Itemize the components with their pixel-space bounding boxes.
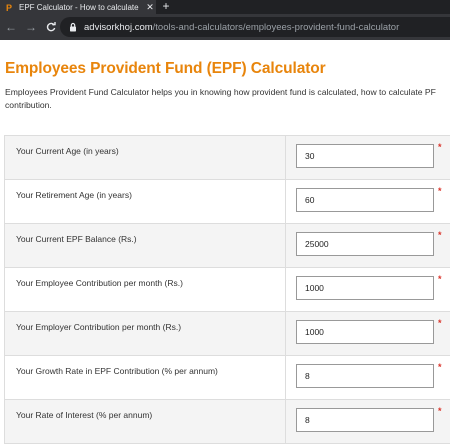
current-age-input[interactable] [296,144,434,168]
url-path: /tools-and-calculators/employees-provide… [152,21,400,33]
reload-icon [46,22,56,32]
lock-icon [70,22,76,32]
retirement-age-label: Your Retirement Age (in years) [16,190,132,200]
form-row-growth-rate: Your Growth Rate in EPF Contribution (% … [4,356,450,400]
browser-tab-strip: P EPF Calculator - How to calculate ✕ + [0,0,450,14]
form-row-employer-contribution: Your Employer Contribution per month (Rs… [4,312,450,356]
label-cell: Your Current EPF Balance (Rs.) [4,224,286,267]
required-marker: * [438,274,442,284]
form-row-current-age: Your Current Age (in years) * [4,136,450,180]
employee-contribution-label: Your Employee Contribution per month (Rs… [16,278,183,288]
growth-rate-input[interactable] [296,364,434,388]
interest-rate-label: Your Rate of Interest (% per annum) [16,410,153,420]
employee-contribution-input[interactable] [296,276,434,300]
required-marker: * [438,230,442,240]
browser-toolbar: ← → advisorkhoj.com/tools-and-calculator… [0,14,450,40]
label-cell: Your Retirement Age (in years) [4,180,286,223]
label-cell: Your Employer Contribution per month (Rs… [4,312,286,355]
tab-title: EPF Calculator - How to calculate [19,2,139,12]
form-row-retirement-age: Your Retirement Age (in years) * [4,180,450,224]
site-favicon-icon: P [4,2,14,12]
label-cell: Your Employee Contribution per month (Rs… [4,268,286,311]
interest-rate-input[interactable] [296,408,434,432]
page-title: Employees Provident Fund (EPF) Calculato… [5,60,326,77]
retirement-age-input[interactable] [296,188,434,212]
url-text: advisorkhoj.com/tools-and-calculators/em… [84,22,399,33]
label-cell: Your Current Age (in years) [4,136,286,179]
form-row-interest-rate: Your Rate of Interest (% per annum) * [4,400,450,444]
url-host: advisorkhoj.com [84,21,153,33]
employer-contribution-input[interactable] [296,320,434,344]
employer-contribution-label: Your Employer Contribution per month (Rs… [16,322,182,332]
svg-text:P: P [6,3,12,12]
tab-close-icon[interactable]: ✕ [145,2,155,13]
address-bar[interactable]: advisorkhoj.com/tools-and-calculators/em… [60,17,450,37]
reload-button[interactable] [42,17,60,37]
intro-text: Employees Provident Fund Calculator help… [5,87,436,110]
form-row-employee-contribution: Your Employee Contribution per month (Rs… [4,268,450,312]
epf-form: Your Current Age (in years) * Your Retir… [4,135,450,444]
browser-tab[interactable]: P EPF Calculator - How to calculate ✕ [0,0,156,14]
label-cell: Your Rate of Interest (% per annum) [4,400,286,443]
form-row-epf-balance: Your Current EPF Balance (Rs.) * [4,224,450,268]
required-marker: * [438,362,442,372]
new-tab-button[interactable]: + [160,0,172,14]
required-marker: * [438,406,442,416]
page-content: Employees Provident Fund (EPF) Calculato… [0,40,450,444]
growth-rate-label: Your Growth Rate in EPF Contribution (% … [16,366,218,376]
back-button[interactable]: ← [2,17,20,37]
required-marker: * [438,318,442,328]
required-marker: * [438,142,442,152]
epf-balance-label: Your Current EPF Balance (Rs.) [16,234,137,244]
required-marker: * [438,186,442,196]
forward-button[interactable]: → [22,17,40,37]
current-age-label: Your Current Age (in years) [16,146,119,156]
label-cell: Your Growth Rate in EPF Contribution (% … [4,356,286,399]
epf-balance-input[interactable] [296,232,434,256]
